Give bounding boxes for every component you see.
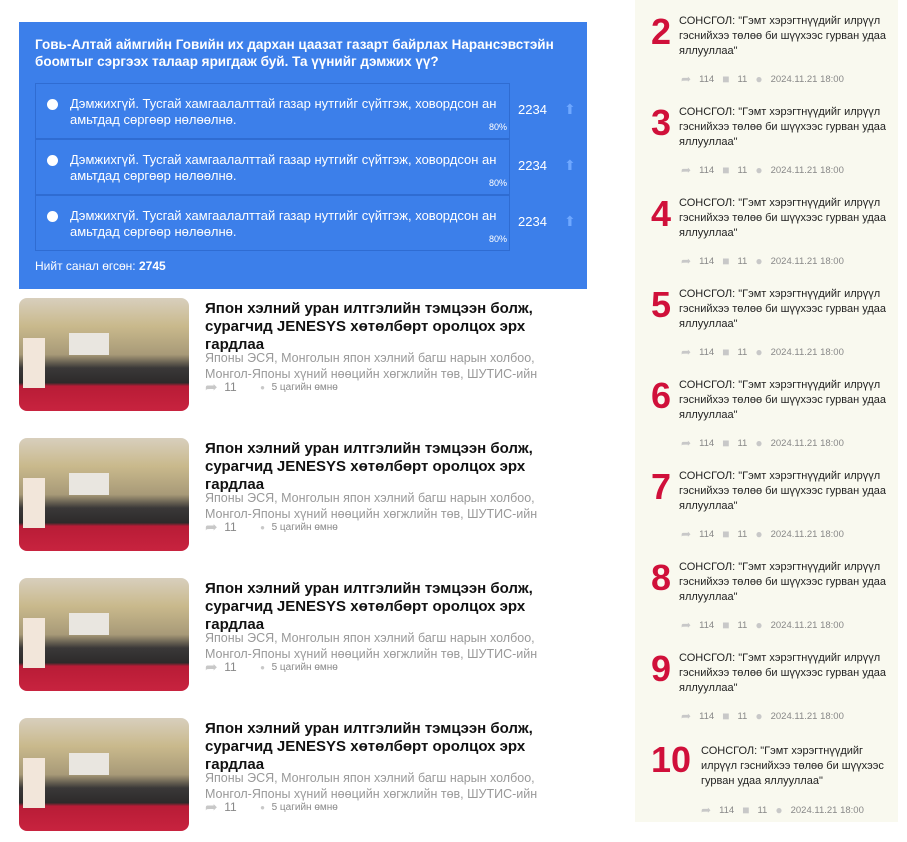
news-thumbnail[interactable] [19,438,189,551]
poll-widget: Говь-Алтай аймгийн Говийн их дархан цааз… [19,22,587,289]
option-count: 2234 [518,102,547,117]
clock-icon: ● [755,436,763,450]
comment-icon: ■ [722,163,730,177]
vote-arrow-icon[interactable]: ⬆ [564,101,576,118]
share-icon: ➦ [205,519,218,536]
comment-icon: ■ [722,618,730,632]
clock-icon: ● [260,662,265,672]
option-count: 2234 [518,214,547,229]
share-icon: ➦ [205,659,218,676]
share-icon: ➦ [681,72,692,86]
news-item[interactable]: Япон хэлний уран илтгэлийн тэмцээн болж,… [19,438,579,552]
rank-number: 4 [651,193,672,234]
rank-number: 7 [651,466,672,507]
news-title[interactable]: Япон хэлний уран илтгэлийн тэмцээн болж,… [205,440,555,494]
clock-icon: ● [775,803,783,817]
news-item[interactable]: Япон хэлний уран илтгэлийн тэмцээн болж,… [19,298,579,412]
rank-number: 6 [651,375,672,416]
share-icon: ➦ [701,803,712,817]
ranking-title[interactable]: СОНСГОЛ: "Гэмт хэрэгтнүүдийг илрүүл гэсн… [679,651,894,696]
share-icon: ➦ [681,527,692,541]
poll-option[interactable]: Дэмжихгүй. Тусгай хамгаалалттай газар ну… [35,139,510,195]
radio-icon[interactable] [47,99,58,110]
ranking-title[interactable]: СОНСГОЛ: "Гэмт хэрэгтнүүдийг илрүүл гэсн… [679,196,894,241]
comment-icon: ■ [742,803,750,817]
poll-question: Говь-Алтай аймгийн Говийн их дархан цааз… [35,37,554,69]
clock-icon: ● [755,709,763,723]
rank-number: 5 [651,284,672,325]
rank-number: 10 [651,739,692,780]
news-thumbnail[interactable] [19,298,189,411]
rank-number: 2 [651,11,672,52]
comment-icon: ■ [722,254,730,268]
ranking-item[interactable]: 6 СОНСГОЛ: "Гэмт хэрэгтнүүдийг илрүүл гэ… [635,366,898,457]
share-icon: ➦ [681,436,692,450]
clock-icon: ● [755,618,763,632]
poll-total: Нийт санал өгсөн: 2745 [35,259,166,273]
clock-icon: ● [260,522,265,532]
option-percent: 80% [488,234,507,244]
clock-icon: ● [755,345,763,359]
comment-icon: ■ [722,709,730,723]
clock-icon: ● [755,527,763,541]
option-percent: 80% [488,178,507,188]
news-thumbnail[interactable] [19,718,189,831]
option-count: 2234 [518,158,547,173]
ranking-item[interactable]: 10 СОНСГОЛ: "Гэмт хэрэгтнүүдийг илрүүл г… [635,734,898,825]
rank-number: 8 [651,557,672,598]
news-title[interactable]: Япон хэлний уран илтгэлийн тэмцээн болж,… [205,720,555,774]
share-icon: ➦ [681,618,692,632]
news-item[interactable]: Япон хэлний уран илтгэлийн тэмцээн болж,… [19,718,579,832]
radio-icon[interactable] [47,155,58,166]
share-icon: ➦ [205,799,218,816]
ranking-item[interactable]: 4 СОНСГОЛ: "Гэмт хэрэгтнүүдийг илрүүл гэ… [635,184,898,275]
comment-icon: ■ [722,345,730,359]
share-icon: ➦ [681,709,692,723]
comment-icon: ■ [722,436,730,450]
news-thumbnail[interactable] [19,578,189,691]
rank-number: 9 [651,648,672,689]
vote-arrow-icon[interactable]: ⬆ [564,213,576,230]
ranking-item[interactable]: 7 СОНСГОЛ: "Гэмт хэрэгтнүүдийг илрүүл гэ… [635,457,898,548]
clock-icon: ● [260,382,265,392]
ranking-title[interactable]: СОНСГОЛ: "Гэмт хэрэгтнүүдийг илрүүл гэсн… [679,287,894,332]
clock-icon: ● [260,802,265,812]
comment-icon: ■ [722,72,730,86]
share-icon: ➦ [205,379,218,396]
share-icon: ➦ [681,345,692,359]
ranking-title[interactable]: СОНСГОЛ: "Гэмт хэрэгтнүүдийг илрүүл гэсн… [679,14,894,59]
ranking-title[interactable]: СОНСГОЛ: "Гэмт хэрэгтнүүдийг илрүүл гэсн… [679,469,894,514]
news-item[interactable]: Япон хэлний уран илтгэлийн тэмцээн болж,… [19,578,579,692]
news-title[interactable]: Япон хэлний уран илтгэлийн тэмцээн болж,… [205,580,555,634]
poll-option[interactable]: Дэмжихгүй. Тусгай хамгаалалттай газар ну… [35,83,510,139]
share-icon: ➦ [681,254,692,268]
poll-option[interactable]: Дэмжихгүй. Тусгай хамгаалалттай газар ну… [35,195,510,251]
ranking-item[interactable]: 9 СОНСГОЛ: "Гэмт хэрэгтнүүдийг илрүүл гэ… [635,639,898,730]
radio-icon[interactable] [47,211,58,222]
ranking-item[interactable]: 2 СОНСГОЛ: "Гэмт хэрэгтнүүдийг илрүүл гэ… [635,2,898,93]
comment-icon: ■ [722,527,730,541]
clock-icon: ● [755,163,763,177]
clock-icon: ● [755,72,763,86]
news-title[interactable]: Япон хэлний уран илтгэлийн тэмцээн болж,… [205,300,555,354]
vote-arrow-icon[interactable]: ⬆ [564,157,576,174]
option-percent: 80% [488,122,507,132]
ranking-item[interactable]: 5 СОНСГОЛ: "Гэмт хэрэгтнүүдийг илрүүл гэ… [635,275,898,366]
share-icon: ➦ [681,163,692,177]
ranking-item[interactable]: 8 СОНСГОЛ: "Гэмт хэрэгтнүүдийг илрүүл гэ… [635,548,898,639]
ranking-sidebar: 2 СОНСГОЛ: "Гэмт хэрэгтнүүдийг илрүүл гэ… [635,0,898,822]
rank-number: 3 [651,102,672,143]
ranking-title[interactable]: СОНСГОЛ: "Гэмт хэрэгтнүүдийг илрүүл гэсн… [679,105,894,150]
ranking-title[interactable]: СОНСГОЛ: "Гэмт хэрэгтнүүдийг илрүүл гэсн… [679,560,894,605]
clock-icon: ● [755,254,763,268]
ranking-item[interactable]: 3 СОНСГОЛ: "Гэмт хэрэгтнүүдийг илрүүл гэ… [635,93,898,184]
ranking-title[interactable]: СОНСГОЛ: "Гэмт хэрэгтнүүдийг илрүүл гэсн… [701,744,891,789]
ranking-title[interactable]: СОНСГОЛ: "Гэмт хэрэгтнүүдийг илрүүл гэсн… [679,378,894,423]
